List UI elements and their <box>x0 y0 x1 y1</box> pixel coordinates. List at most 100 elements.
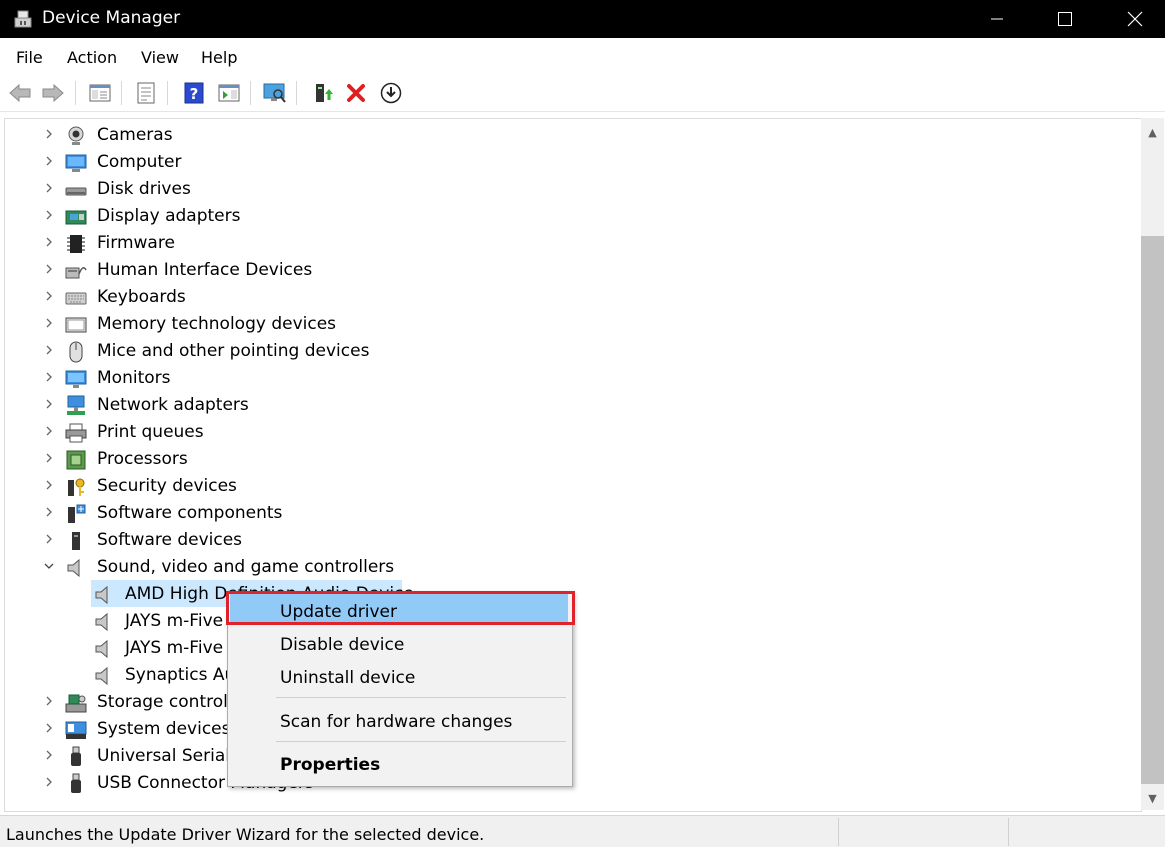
menu-help[interactable]: Help <box>201 48 237 67</box>
context-menu-separator <box>276 697 566 698</box>
uninstall-toolbar-button[interactable] <box>343 80 369 106</box>
context-menu-disable-device[interactable]: Disable device <box>280 635 404 655</box>
svg-text:?: ? <box>190 85 199 103</box>
context-menu-uninstall-device[interactable]: Uninstall device <box>280 668 415 688</box>
mouse-icon <box>65 341 87 363</box>
maximize-button[interactable] <box>1040 0 1090 38</box>
context-menu-separator <box>276 741 566 742</box>
update-driver-icon <box>316 84 333 102</box>
tree-item-label: Mice and other pointing devices <box>97 341 370 361</box>
context-menu-scan-hardware[interactable]: Scan for hardware changes <box>280 712 512 732</box>
chevron-right-icon[interactable] <box>43 181 57 197</box>
tree-item-label: Sound, video and game controllers <box>97 557 395 577</box>
chevron-right-icon[interactable] <box>43 235 57 251</box>
chevron-right-icon[interactable] <box>43 775 57 791</box>
show-hide-console-tree-button[interactable] <box>87 80 113 106</box>
properties-toolbar-button[interactable] <box>133 80 159 106</box>
menu-file[interactable]: File <box>16 48 43 67</box>
tree-category-item[interactable]: Firmware <box>5 230 1135 257</box>
menu-action[interactable]: Action <box>67 48 117 67</box>
context-menu-properties[interactable]: Properties <box>280 755 380 775</box>
title-bar: Device Manager <box>0 0 1165 38</box>
maximize-icon <box>1058 12 1072 26</box>
tree-item-label: Software components <box>97 503 283 523</box>
speaker-icon <box>93 665 115 687</box>
tree-category-item[interactable]: Print queues <box>5 419 1135 446</box>
speaker-icon <box>93 611 115 633</box>
monitor-icon <box>65 368 87 390</box>
download-toolbar-button[interactable] <box>378 80 404 106</box>
usb-icon <box>65 746 87 768</box>
chevron-right-icon[interactable] <box>43 505 57 521</box>
tree-item-label: JAYS m-Five T <box>125 638 239 658</box>
tree-item-label: JAYS m-Five T <box>125 611 239 631</box>
tree-item-label: Cameras <box>97 125 173 145</box>
tree-category-item[interactable]: Monitors <box>5 365 1135 392</box>
tree-category-item[interactable]: Software components <box>5 500 1135 527</box>
help-toolbar-button[interactable]: ? <box>181 80 207 106</box>
tree-item-label: Memory technology devices <box>97 314 337 334</box>
minimize-button[interactable] <box>972 0 1022 38</box>
chevron-right-icon[interactable] <box>43 748 57 764</box>
speaker-icon <box>93 584 115 606</box>
scan-monitor-icon <box>263 83 286 103</box>
vertical-scrollbar[interactable]: ▲ ▼ <box>1141 118 1164 810</box>
chevron-down-icon[interactable] <box>43 559 57 575</box>
tree-category-item[interactable]: Cameras <box>5 122 1135 149</box>
chevron-right-icon[interactable] <box>43 397 57 413</box>
tree-category-item[interactable]: Computer <box>5 149 1135 176</box>
tree-category-item[interactable]: Human Interface Devices <box>5 257 1135 284</box>
chevron-right-icon[interactable] <box>43 154 57 170</box>
tree-category-item[interactable]: Display adapters <box>5 203 1135 230</box>
tree-category-item[interactable]: Network adapters <box>5 392 1135 419</box>
chevron-right-icon[interactable] <box>43 262 57 278</box>
tree-category-item[interactable]: Disk drives <box>5 176 1135 203</box>
tree-category-item[interactable]: Keyboards <box>5 284 1135 311</box>
chevron-right-icon[interactable] <box>43 127 57 143</box>
scroll-down-button[interactable]: ▼ <box>1141 788 1164 808</box>
back-button[interactable] <box>7 80 33 106</box>
device-tree[interactable]: Cameras Computer Disk drives Display adapte… <box>4 118 1142 812</box>
tree-category-item[interactable]: Mice and other pointing devices <box>5 338 1135 365</box>
toolbar-separator <box>167 81 168 105</box>
update-driver-toolbar-button[interactable] <box>309 80 335 106</box>
properties-sheet-icon <box>137 82 155 104</box>
chevron-right-icon[interactable] <box>43 343 57 359</box>
chevron-right-icon[interactable] <box>43 316 57 332</box>
red-x-icon <box>347 84 365 102</box>
tree-category-item[interactable]: Sound, video and game controllers <box>5 554 1135 581</box>
action-pane-button[interactable] <box>216 80 242 106</box>
scroll-up-button[interactable]: ▲ <box>1141 122 1164 142</box>
device-manager-app-icon <box>14 10 32 28</box>
toolbar: ? <box>0 75 1165 112</box>
tree-category-item[interactable]: Software devices <box>5 527 1135 554</box>
toolbar-separator <box>75 81 76 105</box>
scrollbar-thumb[interactable] <box>1141 236 1164 784</box>
chevron-right-icon[interactable] <box>43 478 57 494</box>
close-button[interactable] <box>1110 0 1160 38</box>
chevron-right-icon[interactable] <box>43 721 57 737</box>
chevron-right-icon[interactable] <box>43 208 57 224</box>
chevron-right-icon[interactable] <box>43 289 57 305</box>
usb-icon <box>65 773 87 795</box>
chevron-right-icon[interactable] <box>43 451 57 467</box>
chevron-right-icon[interactable] <box>43 370 57 386</box>
chevron-right-icon[interactable] <box>43 532 57 548</box>
forward-button[interactable] <box>40 80 66 106</box>
tree-item-label: Synaptics Au <box>125 665 236 685</box>
toolbar-separator <box>121 81 122 105</box>
tree-item-label: Network adapters <box>97 395 249 415</box>
chevron-right-icon[interactable] <box>43 694 57 710</box>
tree-category-item[interactable]: Memory technology devices <box>5 311 1135 338</box>
tree-category-item[interactable]: Security devices <box>5 473 1135 500</box>
tree-category-item[interactable]: Processors <box>5 446 1135 473</box>
menu-view[interactable]: View <box>141 48 179 67</box>
tree-item-label: System devices <box>97 719 231 739</box>
processor-icon <box>65 449 87 471</box>
menu-bar: File Action View Help <box>0 40 1165 74</box>
scan-hardware-button[interactable] <box>262 80 288 106</box>
tree-item-label: Keyboards <box>97 287 186 307</box>
tree-item-label: Firmware <box>97 233 175 253</box>
status-bar: Launches the Update Driver Wizard for th… <box>0 815 1165 847</box>
chevron-right-icon[interactable] <box>43 424 57 440</box>
